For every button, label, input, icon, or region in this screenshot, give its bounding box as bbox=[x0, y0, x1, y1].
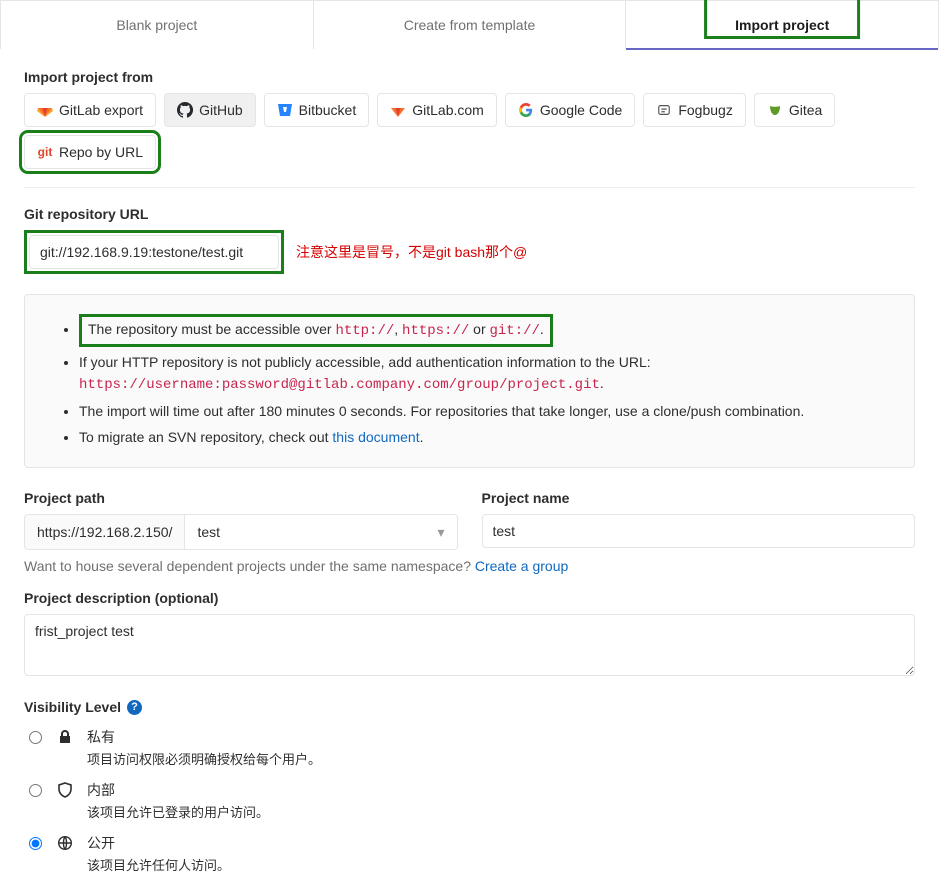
divider bbox=[24, 187, 915, 188]
project-path-label: Project path bbox=[24, 490, 458, 506]
source-repo-by-url[interactable]: git Repo by URL bbox=[24, 135, 156, 169]
git-icon: git bbox=[37, 144, 53, 160]
tab-import-project[interactable]: Import project Import project bbox=[626, 1, 938, 49]
source-gitlab-com[interactable]: GitLab.com bbox=[377, 93, 497, 127]
source-gitea[interactable]: Gitea bbox=[754, 93, 835, 127]
visibility-internal-radio[interactable] bbox=[29, 784, 42, 797]
shield-icon bbox=[57, 782, 75, 801]
project-path-prefix: https://192.168.2.150/ bbox=[24, 514, 184, 550]
source-fogbugz[interactable]: Fogbugz bbox=[643, 93, 745, 127]
git-repo-url-label: Git repository URL bbox=[24, 206, 915, 222]
visibility-private-radio[interactable] bbox=[29, 731, 42, 744]
globe-icon bbox=[57, 835, 75, 854]
visibility-internal[interactable]: 内部 该项目允许已登录的用户访问。 bbox=[24, 780, 915, 821]
highlight-box-protocols: The repository must be accessible over h… bbox=[79, 314, 553, 347]
repo-url-annotation: 注意这里是冒号，不是git bash那个@ bbox=[296, 242, 527, 262]
tab-create-from-template[interactable]: Create from template bbox=[314, 1, 627, 49]
gitlab-icon bbox=[37, 102, 53, 118]
git-repo-url-input[interactable] bbox=[29, 235, 279, 269]
tab-blank-project[interactable]: Blank project bbox=[1, 1, 314, 49]
visibility-public-radio[interactable] bbox=[29, 837, 42, 850]
info-line-timeout: The import will time out after 180 minut… bbox=[79, 401, 894, 422]
source-bitbucket[interactable]: Bitbucket bbox=[264, 93, 370, 127]
chevron-down-icon: ▾ bbox=[437, 524, 444, 541]
import-source-row: GitLab export GitHub Bitbucket GitLab.co… bbox=[24, 93, 915, 169]
project-path-select[interactable]: test ▾ bbox=[184, 514, 457, 550]
visibility-public[interactable]: 公开 该项目允许任何人访问。 bbox=[24, 833, 915, 874]
info-line-protocols: The repository must be accessible over h… bbox=[79, 314, 894, 347]
github-icon bbox=[177, 102, 193, 118]
help-icon[interactable]: ? bbox=[127, 700, 142, 715]
info-line-svn: To migrate an SVN repository, check out … bbox=[79, 427, 894, 448]
project-description-label: Project description (optional) bbox=[24, 590, 915, 606]
namespace-hint: Want to house several dependent projects… bbox=[24, 558, 915, 574]
info-line-auth: If your HTTP repository is not publicly … bbox=[79, 352, 894, 396]
project-description-input[interactable] bbox=[24, 614, 915, 676]
bitbucket-icon bbox=[277, 102, 293, 118]
lock-icon bbox=[57, 729, 75, 748]
project-creation-tabs: Blank project Create from template Impor… bbox=[0, 0, 939, 49]
create-group-link[interactable]: Create a group bbox=[475, 558, 568, 574]
import-info-panel: The repository must be accessible over h… bbox=[24, 294, 915, 468]
gitea-icon bbox=[767, 102, 783, 118]
gitlab-icon bbox=[390, 102, 406, 118]
source-google-code[interactable]: Google Code bbox=[505, 93, 636, 127]
fogbugz-icon bbox=[656, 102, 672, 118]
project-name-label: Project name bbox=[482, 490, 916, 506]
source-github[interactable]: GitHub bbox=[164, 93, 256, 127]
svn-doc-link[interactable]: this document bbox=[332, 429, 419, 445]
google-icon bbox=[518, 102, 534, 118]
import-from-label: Import project from bbox=[24, 69, 915, 85]
project-name-input[interactable] bbox=[482, 514, 916, 548]
visibility-private[interactable]: 私有 项目访问权限必须明确授权给每个用户。 bbox=[24, 727, 915, 768]
visibility-level-label: Visibility Level ? bbox=[24, 699, 915, 715]
source-gitlab-export[interactable]: GitLab export bbox=[24, 93, 156, 127]
highlight-box-repo-url bbox=[24, 230, 284, 274]
